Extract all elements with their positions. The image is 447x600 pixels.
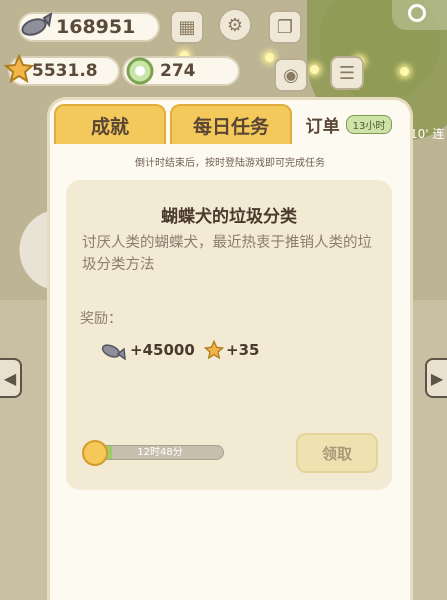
close-mini-program-icon[interactable] bbox=[408, 4, 426, 22]
tab-daily-tasks-label: 每日任务 bbox=[192, 115, 269, 138]
tab-orders[interactable]: 订单 13小时 bbox=[292, 104, 406, 144]
book-icon[interactable]: ❐ bbox=[268, 10, 302, 44]
side-text: 10' 连 bbox=[410, 127, 445, 141]
camera-icon[interactable]: ◉ bbox=[274, 58, 308, 92]
gear-icon[interactable]: ⚙ bbox=[218, 8, 252, 42]
reward-fish: +45000 bbox=[100, 340, 195, 360]
notice-board-icon[interactable]: ☰ bbox=[330, 56, 364, 90]
clock-icon bbox=[82, 440, 108, 466]
task-hint: 倒计时结束后，按时登陆游戏即可完成任务 bbox=[135, 158, 325, 169]
reward-fish-amount: +45000 bbox=[130, 341, 195, 359]
timer-progress-bar: 12时48分 bbox=[96, 445, 224, 460]
claim-button[interactable]: 领取 bbox=[296, 433, 378, 473]
building-icon[interactable]: ▦ bbox=[170, 10, 204, 44]
fish-icon bbox=[101, 344, 126, 360]
tab-orders-badge: 13小时 bbox=[345, 114, 393, 134]
star-icon bbox=[204, 340, 224, 360]
reward-star-amount: +35 bbox=[226, 341, 260, 359]
tab-daily-tasks[interactable]: 每日任务 bbox=[170, 104, 292, 144]
prev-arrow-button[interactable]: ◀ bbox=[0, 358, 22, 398]
tab-achievements[interactable]: 成就 bbox=[54, 104, 166, 144]
star-icon bbox=[4, 54, 34, 84]
coin-counter: 274 bbox=[122, 56, 240, 86]
order-timer: 12时48分 bbox=[82, 440, 224, 466]
timer-text: 12时48分 bbox=[137, 447, 183, 458]
tab-achievements-label: 成就 bbox=[90, 115, 129, 138]
next-arrow-button[interactable]: ▶ bbox=[425, 358, 447, 398]
fish-counter: 168951 bbox=[18, 12, 160, 42]
coin-icon bbox=[126, 57, 154, 85]
reward-star: +35 bbox=[204, 340, 259, 360]
star-counter: 5531.8 bbox=[4, 54, 120, 86]
system-capsule[interactable] bbox=[392, 0, 447, 30]
order-title: 蝴蝶犬的垃圾分类 bbox=[161, 207, 297, 227]
tab-orders-label: 订单 bbox=[305, 116, 340, 137]
reward-label: 奖励： bbox=[80, 311, 122, 327]
fish-count: 168951 bbox=[56, 16, 136, 38]
order-card: 蝴蝶犬的垃圾分类 讨厌人类的蝴蝶犬，最近热衷于推销人类的垃圾分类方法 奖励： +… bbox=[66, 180, 392, 490]
claim-button-label: 领取 bbox=[321, 444, 352, 463]
order-description: 讨厌人类的蝴蝶犬，最近热衷于推销人类的垃圾分类方法 bbox=[82, 235, 372, 273]
star-value: 5531.8 bbox=[32, 61, 98, 81]
fish-icon bbox=[21, 12, 52, 36]
coin-count: 274 bbox=[160, 61, 196, 81]
